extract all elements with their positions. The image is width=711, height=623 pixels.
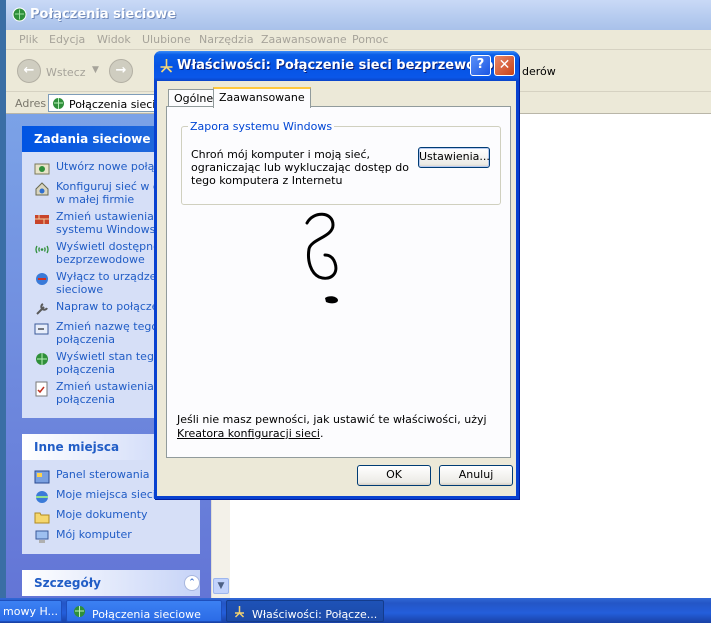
- folders-button-label[interactable]: derów: [522, 65, 556, 78]
- properties-dialog: Właściwości: Połączenie sieci bezprzewod…: [154, 51, 519, 499]
- menu-item-zaawansowane[interactable]: Zaawansowane: [261, 33, 347, 46]
- place-my-computer[interactable]: Mój komputer: [34, 528, 200, 546]
- explorer-title-bar[interactable]: Połączenia sieciowe: [6, 0, 711, 30]
- details-header[interactable]: Szczegóły: [22, 570, 200, 596]
- firewall-icon: [34, 211, 50, 227]
- tab-general[interactable]: Ogólne: [168, 89, 220, 107]
- address-label: Adres: [15, 97, 47, 110]
- documents-icon: [34, 509, 50, 525]
- menu-item-narzedzia[interactable]: Narzędzia: [199, 33, 254, 46]
- forward-arrow-icon[interactable]: →: [109, 59, 133, 83]
- wireless-icon: [34, 241, 50, 257]
- firewall-group-title: Zapora systemu Windows: [188, 120, 335, 133]
- tab-strip: Ogólne Zaawansowane: [166, 87, 511, 108]
- menu-item-edycja[interactable]: Edycja: [49, 33, 85, 46]
- help-button[interactable]: ?: [470, 55, 491, 76]
- back-arrow-icon[interactable]: ←: [17, 59, 41, 83]
- taskbar-item-network-connections[interactable]: Połączenia sieciowe: [66, 600, 222, 622]
- dialog-title: Właściwości: Połączenie sieci bezprzewod…: [177, 58, 509, 73]
- firewall-groupbox: Zapora systemu Windows Chroń mój kompute…: [181, 120, 501, 205]
- disable-device-icon: [34, 271, 50, 287]
- question-mark-scribble: [305, 212, 338, 304]
- taskbar-item-help[interactable]: mowy H...: [0, 600, 62, 622]
- tab-advanced[interactable]: Zaawansowane: [213, 87, 311, 108]
- menu-item-plik[interactable]: Plik: [19, 33, 38, 46]
- explorer-title: Połączenia sieciowe: [30, 7, 177, 22]
- firewall-settings-button[interactable]: Ustawienia...: [418, 147, 490, 168]
- menu-item-ulubione[interactable]: Ulubione: [142, 33, 191, 46]
- network-places-icon: [34, 489, 50, 505]
- network-folder-icon: [52, 97, 65, 113]
- network-connections-icon: [73, 605, 87, 621]
- settings-icon: [34, 381, 50, 397]
- ok-button[interactable]: OK: [357, 465, 431, 486]
- menu-bar: Plik Edycja Widok Ulubione Narzędzia Zaa…: [6, 30, 711, 50]
- back-dropdown-icon[interactable]: ▼: [92, 65, 99, 75]
- network-setup-wizard-link[interactable]: Kreatora konfiguracji sieci: [177, 427, 320, 440]
- address-field[interactable]: Połączenia sieciow: [48, 94, 171, 113]
- close-icon[interactable]: ✕: [494, 55, 515, 76]
- repair-icon: [34, 301, 50, 317]
- menu-item-widok[interactable]: Widok: [97, 33, 131, 46]
- new-connection-icon: [34, 161, 50, 177]
- back-button-label[interactable]: Wstecz: [46, 66, 86, 79]
- control-panel-icon: [34, 469, 50, 485]
- details-panel: Szczegóły ⌃: [22, 570, 200, 598]
- home-network-icon: [34, 181, 50, 197]
- dialog-title-bar[interactable]: Właściwości: Połączenie sieci bezprzewod…: [154, 51, 519, 81]
- menu-item-pomoc[interactable]: Pomoc: [352, 33, 388, 46]
- scroll-down-icon[interactable]: ▼: [213, 578, 229, 594]
- firewall-description: Chroń mój komputer i moją sieć, ogranicz…: [191, 148, 409, 187]
- cancel-button[interactable]: Anuluj: [439, 465, 513, 486]
- wizard-hint: Jeśli nie masz pewności, jak ustawić te …: [177, 413, 487, 440]
- chevron-up-icon[interactable]: ⌃: [184, 575, 200, 591]
- network-properties-icon: [159, 58, 174, 77]
- taskbar-item-properties[interactable]: Właściwości: Połącze...: [226, 600, 384, 622]
- taskbar: mowy H... Połączenia sieciowe Właściwośc…: [0, 598, 711, 623]
- rename-icon: [34, 321, 50, 337]
- network-connections-icon: [12, 7, 27, 26]
- computer-icon: [34, 529, 50, 545]
- status-icon: [34, 351, 50, 367]
- place-my-documents[interactable]: Moje dokumenty: [34, 508, 200, 526]
- network-properties-icon: [233, 605, 247, 621]
- advanced-tab-page: Zapora systemu Windows Chroń mój kompute…: [166, 106, 511, 458]
